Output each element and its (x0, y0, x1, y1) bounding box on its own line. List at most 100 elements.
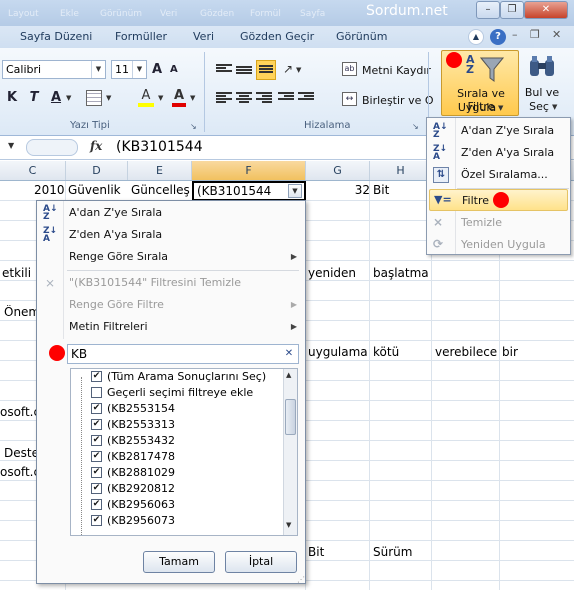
clear-search-icon[interactable]: ✕ (282, 347, 296, 361)
column-header-f[interactable]: F (192, 161, 306, 180)
font-size-combo[interactable]: 11 ▼ (111, 60, 147, 79)
tab-formulas[interactable]: Formüller (115, 30, 167, 43)
list-item[interactable]: ✔ (KB2553154 (91, 401, 175, 417)
list-item[interactable]: ✔ (Tüm Arama Sonuçlarını Seç) (91, 369, 266, 385)
list-item[interactable]: ✔ (KB2956073 (91, 513, 175, 529)
tab-data[interactable]: Veri (193, 30, 214, 43)
scroll-up-icon[interactable]: ▲ (286, 371, 291, 379)
cell-text[interactable]: Deste (4, 446, 36, 460)
checkbox[interactable]: ✔ (91, 435, 102, 446)
filter-sort-by-color[interactable]: Renge Göre Sırala ▶ (37, 246, 305, 268)
checkbox[interactable]: ✔ (91, 483, 102, 494)
wrap-text-icon[interactable]: ab (342, 62, 357, 76)
align-right-icon[interactable] (256, 92, 272, 104)
chevron-down-icon[interactable]: ▼ (296, 66, 301, 74)
list-item[interactable]: ✔ (KB2553432 (91, 433, 175, 449)
column-header-h[interactable]: H (370, 161, 432, 180)
minimize-button[interactable]: – (476, 1, 500, 19)
checkbox[interactable]: ✔ (91, 451, 102, 462)
menu-item-custom-sort[interactable]: ⇅ Özel Sıralama... (427, 164, 570, 186)
filter-search-input[interactable]: KB ✕ (67, 344, 299, 364)
align-left-icon[interactable] (216, 92, 232, 104)
name-box-dropdown-icon[interactable]: ▼ (8, 141, 14, 150)
checkbox[interactable]: ✔ (91, 467, 102, 478)
list-item[interactable]: ✔ (KB2920812 (91, 481, 175, 497)
column-header-g[interactable]: G (306, 161, 370, 180)
restore-button[interactable]: ❐ (500, 1, 524, 19)
cancel-button[interactable]: İptal (225, 551, 297, 573)
chevron-down-icon[interactable]: ▼ (190, 94, 195, 102)
increase-indent-icon[interactable] (298, 92, 314, 104)
filter-clear[interactable]: ⨯ "(KB3101544" Filtresini Temizle (37, 272, 305, 294)
chevron-down-icon[interactable]: ▼ (106, 94, 111, 102)
italic-button[interactable]: T (28, 90, 40, 105)
grow-font-icon[interactable]: A (152, 62, 162, 77)
column-header-d[interactable]: D (66, 161, 128, 180)
doc-close-icon[interactable]: ✕ (552, 28, 561, 41)
fill-color-icon[interactable]: A (138, 88, 154, 107)
merge-center-button[interactable]: Birleştir ve O (362, 94, 434, 107)
filter-dropdown-button[interactable]: ▼ (288, 184, 302, 198)
formula-input[interactable]: (KB3101544 (116, 139, 203, 155)
formula-bar-grip[interactable] (26, 139, 78, 156)
cell-text[interactable]: Önem (4, 305, 36, 319)
cell-text[interactable]: verebilece (435, 345, 499, 359)
merge-center-icon[interactable]: ↔ (342, 92, 357, 106)
cell-text[interactable]: kötü (373, 345, 431, 359)
font-name-combo[interactable]: Calibri ▼ (2, 60, 106, 79)
wrap-text-button[interactable]: Metni Kaydır (362, 64, 431, 77)
resize-grip-icon[interactable]: ⋰ (297, 575, 305, 584)
menu-item-clear[interactable]: ⨯ Temizle (427, 212, 570, 234)
filter-by-color[interactable]: Renge Göre Filtre ▶ (37, 294, 305, 316)
tab-view[interactable]: Görünüm (336, 30, 387, 43)
column-header-c[interactable]: C (0, 161, 66, 180)
scrollbar-thumb[interactable] (285, 399, 296, 435)
tab-review[interactable]: Gözden Geçir (240, 30, 314, 43)
cell-text[interactable]: uygulama (308, 345, 369, 359)
cell-text[interactable]: başlatma (373, 266, 431, 280)
scroll-down-icon[interactable]: ▼ (286, 521, 291, 529)
checkbox[interactable]: ✔ (91, 515, 102, 526)
close-button[interactable]: ✕ (524, 1, 568, 19)
bold-button[interactable]: K (6, 90, 18, 105)
scrollbar[interactable]: ▲ ▼ (283, 369, 297, 535)
list-item[interactable]: Geçerli seçimi filtreye ekle (91, 385, 253, 401)
filter-text-filters[interactable]: Metin Filtreleri ▶ (37, 316, 305, 338)
filter-sort-az[interactable]: A↓ Z A'dan Z'ye Sırala (37, 202, 305, 224)
insert-function-icon[interactable]: fx (90, 139, 102, 153)
underline-button[interactable]: A (50, 90, 62, 105)
find-select-button[interactable]: Bul ve Seç ▼ (522, 50, 562, 116)
cell-e1[interactable]: Güncelleş (131, 183, 191, 197)
checkbox[interactable]: ✔ (91, 403, 102, 414)
ok-button[interactable]: Tamam (143, 551, 215, 573)
align-top-icon[interactable] (216, 64, 232, 76)
checkbox[interactable]: ✔ (91, 371, 102, 382)
cell-text[interactable]: Sürüm (373, 545, 431, 559)
doc-minimize-icon[interactable]: – (512, 28, 518, 41)
doc-restore-icon[interactable]: ❐ (530, 28, 540, 41)
list-item[interactable]: ✔ (KB2956063 (91, 497, 175, 513)
cell-text[interactable]: bir (502, 345, 542, 359)
help-icon[interactable]: ? (490, 29, 506, 45)
cell-g1[interactable]: 32 (352, 183, 370, 197)
active-cell-f1[interactable]: (KB3101544 ▼ (192, 181, 306, 201)
menu-item-reapply[interactable]: ⟳ Yeniden Uygula (427, 234, 570, 256)
font-color-icon[interactable]: A (172, 88, 186, 107)
borders-icon[interactable] (86, 90, 102, 106)
menu-item-sort-az[interactable]: A↓ Z A'dan Z'ye Sırala (427, 120, 570, 142)
cell-text[interactable]: yeniden (308, 266, 369, 280)
menu-item-sort-za[interactable]: Z↓ A Z'den A'ya Sırala (427, 142, 570, 164)
cell-text[interactable]: Bit (308, 545, 369, 559)
align-middle-icon[interactable] (236, 66, 252, 78)
decrease-indent-icon[interactable] (278, 92, 294, 104)
cell-h1[interactable]: Bit (373, 183, 431, 197)
column-header-e[interactable]: E (128, 161, 192, 180)
list-item[interactable]: ✔ (KB2553313 (91, 417, 175, 433)
checkbox[interactable]: ✔ (91, 499, 102, 510)
cell-text[interactable]: osoft.c (0, 465, 36, 479)
cell-text[interactable]: etkili (2, 266, 36, 280)
chevron-down-icon[interactable]: ▼ (158, 94, 163, 102)
list-item[interactable]: ✔ (KB2817478 (91, 449, 175, 465)
checkbox[interactable]: ✔ (91, 419, 102, 430)
orientation-icon[interactable]: ↗ (283, 62, 293, 76)
